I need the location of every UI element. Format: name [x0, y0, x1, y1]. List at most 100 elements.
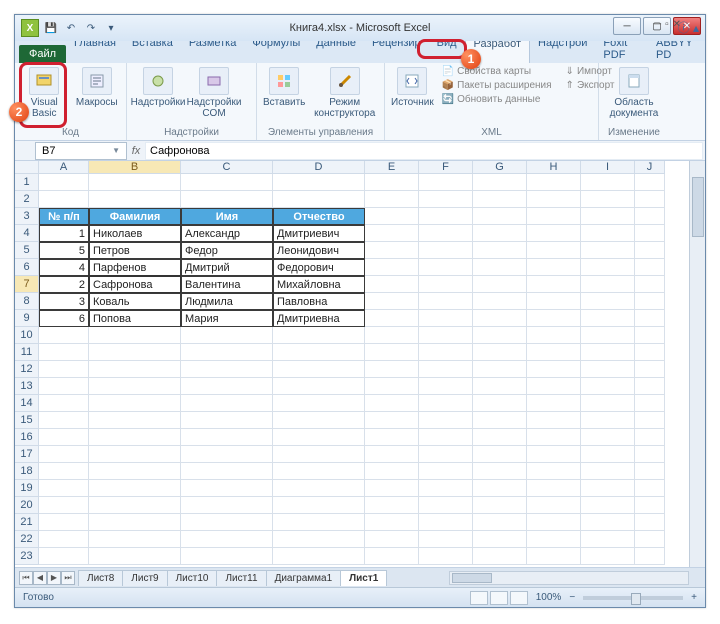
cell[interactable] — [89, 412, 181, 429]
row-header[interactable]: 7 — [15, 276, 39, 293]
cell[interactable] — [419, 174, 473, 191]
col-header[interactable]: B — [89, 161, 181, 174]
cell[interactable] — [419, 446, 473, 463]
cell[interactable] — [635, 344, 665, 361]
cell[interactable] — [635, 208, 665, 225]
cell[interactable]: 4 — [39, 259, 89, 276]
cell[interactable] — [581, 531, 635, 548]
cell[interactable] — [181, 446, 273, 463]
cell[interactable] — [181, 497, 273, 514]
cell[interactable] — [181, 191, 273, 208]
cell[interactable] — [365, 514, 419, 531]
cell[interactable] — [527, 429, 581, 446]
cell[interactable] — [527, 259, 581, 276]
cell[interactable] — [473, 344, 527, 361]
cell[interactable] — [473, 514, 527, 531]
cell[interactable] — [365, 208, 419, 225]
cell[interactable] — [581, 480, 635, 497]
cell[interactable]: Николаев — [89, 225, 181, 242]
cell[interactable]: 3 — [39, 293, 89, 310]
cell[interactable] — [581, 361, 635, 378]
cell[interactable] — [365, 310, 419, 327]
cell[interactable] — [527, 548, 581, 565]
cell[interactable] — [635, 395, 665, 412]
cell[interactable]: Коваль — [89, 293, 181, 310]
col-header[interactable]: A — [39, 161, 89, 174]
macros-button[interactable]: Макросы — [74, 65, 121, 108]
addins-button[interactable]: Надстройки — [133, 65, 183, 108]
cell[interactable] — [635, 310, 665, 327]
cell[interactable] — [527, 310, 581, 327]
cell[interactable] — [39, 480, 89, 497]
cell[interactable]: 2 — [39, 276, 89, 293]
formula-input[interactable]: Сафронова — [145, 142, 703, 160]
cell[interactable] — [39, 446, 89, 463]
zoom-in-icon[interactable]: + — [691, 592, 697, 603]
qat-more-icon[interactable]: ▾ — [103, 20, 119, 36]
cell[interactable]: № п/п — [39, 208, 89, 225]
cell[interactable] — [273, 344, 365, 361]
cell[interactable]: Имя — [181, 208, 273, 225]
cell[interactable] — [473, 548, 527, 565]
cell[interactable] — [365, 463, 419, 480]
cell[interactable] — [419, 514, 473, 531]
cell[interactable] — [581, 412, 635, 429]
row-header[interactable]: 5 — [15, 242, 39, 259]
cell[interactable] — [527, 361, 581, 378]
cell[interactable] — [365, 378, 419, 395]
cell[interactable] — [89, 378, 181, 395]
zoom-out-icon[interactable]: − — [569, 592, 575, 603]
cell[interactable] — [635, 531, 665, 548]
cell[interactable] — [273, 361, 365, 378]
name-box[interactable]: B7 ▼ — [35, 142, 127, 160]
cell[interactable] — [89, 191, 181, 208]
help-icon[interactable]: ⓘ ▴ — [678, 19, 699, 36]
cell[interactable] — [635, 225, 665, 242]
cell[interactable]: 6 — [39, 310, 89, 327]
cell[interactable] — [527, 344, 581, 361]
sheet-nav-prev-icon[interactable]: ◀ — [33, 571, 47, 585]
cell[interactable] — [527, 531, 581, 548]
cell[interactable] — [581, 208, 635, 225]
row-header[interactable]: 21 — [15, 514, 39, 531]
cell[interactable]: Дмитриевич — [273, 225, 365, 242]
cell[interactable] — [181, 344, 273, 361]
row-header[interactable]: 13 — [15, 378, 39, 395]
cell[interactable] — [365, 480, 419, 497]
cell[interactable] — [419, 497, 473, 514]
cell[interactable] — [581, 446, 635, 463]
cell[interactable] — [635, 446, 665, 463]
col-header[interactable]: C — [181, 161, 273, 174]
view-break-button[interactable] — [510, 591, 528, 605]
cell[interactable] — [419, 548, 473, 565]
cell[interactable] — [273, 429, 365, 446]
cell[interactable] — [527, 497, 581, 514]
worksheet-grid[interactable]: ABCDEFGHIJ123№ п/пФамилияИмяОтчество41Ни… — [15, 161, 705, 567]
cell[interactable] — [89, 327, 181, 344]
cell[interactable]: 1 — [39, 225, 89, 242]
cell[interactable] — [635, 497, 665, 514]
cell[interactable] — [635, 412, 665, 429]
cell[interactable] — [181, 463, 273, 480]
cell[interactable] — [365, 293, 419, 310]
cell[interactable] — [527, 242, 581, 259]
cell[interactable]: Валентина — [181, 276, 273, 293]
cell[interactable] — [635, 429, 665, 446]
cell[interactable] — [365, 548, 419, 565]
cell[interactable] — [273, 548, 365, 565]
cell[interactable] — [273, 446, 365, 463]
cell[interactable] — [365, 429, 419, 446]
cell[interactable] — [365, 395, 419, 412]
cell[interactable] — [365, 225, 419, 242]
cell[interactable]: Павловна — [273, 293, 365, 310]
cell[interactable] — [273, 531, 365, 548]
cell[interactable] — [419, 412, 473, 429]
cell[interactable] — [273, 514, 365, 531]
cell[interactable] — [527, 395, 581, 412]
cell[interactable]: Федорович — [273, 259, 365, 276]
row-header[interactable]: 15 — [15, 412, 39, 429]
cell[interactable] — [419, 191, 473, 208]
row-header[interactable]: 4 — [15, 225, 39, 242]
cell[interactable] — [581, 191, 635, 208]
cell[interactable]: 5 — [39, 242, 89, 259]
